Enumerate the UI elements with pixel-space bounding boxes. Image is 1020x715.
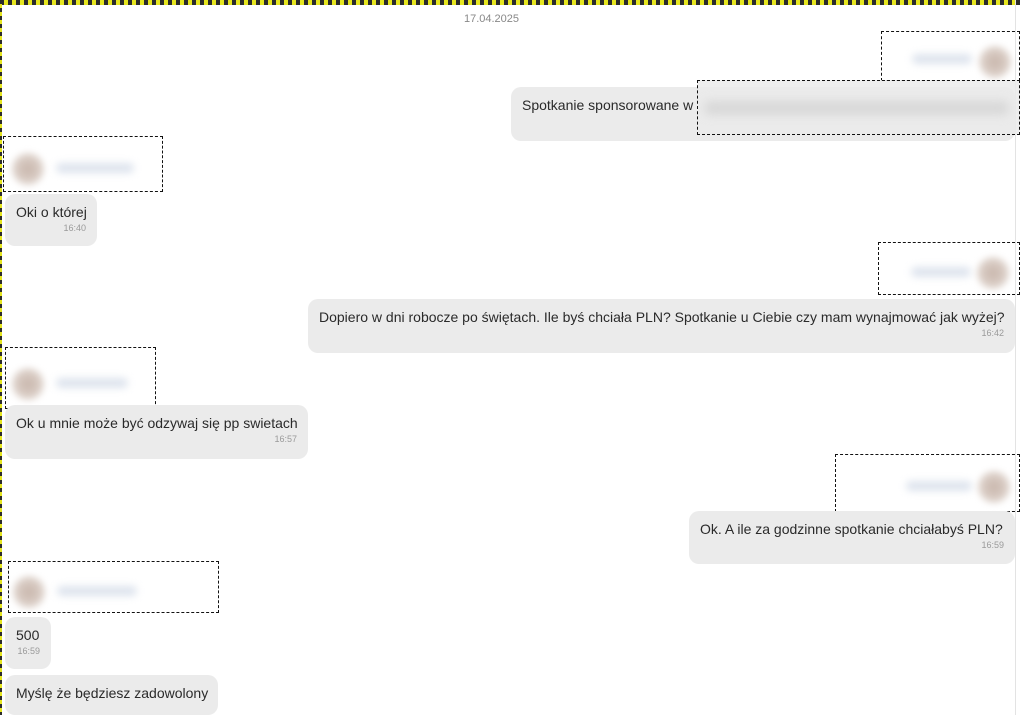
redacted-sender-header [881, 31, 1020, 81]
message-text: Dopiero w dni robocze po świętach. Ile b… [319, 309, 1005, 325]
message-text: Ok u mnie może być odzywaj się pp swieta… [16, 415, 298, 431]
message-bubble-incoming[interactable]: Oki o której 16:40 [5, 194, 97, 246]
redacted-sender-header [835, 454, 1020, 512]
selection-border-left [0, 0, 2, 715]
redacted-sender-name [912, 54, 972, 64]
message-text: Myślę że będziesz zadowolony [16, 685, 209, 701]
redacted-sender-name [906, 481, 972, 491]
message-text: Oki o której [16, 204, 87, 220]
redacted-sender-header [3, 136, 163, 192]
message-text: Ok. A ile za godzinne spotkanie chciałab… [700, 521, 1003, 537]
selection-border-top [0, 0, 1020, 5]
redacted-sender-name [56, 378, 128, 388]
redacted-sender-header [8, 561, 219, 613]
message-time: 16:59 [17, 646, 40, 656]
avatar [11, 574, 47, 610]
avatar [976, 469, 1012, 505]
date-separator: 17.04.2025 [463, 13, 520, 25]
redacted-sender-header [5, 347, 156, 409]
message-bubble-incoming[interactable]: Myślę że będziesz zadowolony [5, 675, 218, 715]
avatar [975, 255, 1011, 291]
redacted-sender-name [57, 586, 137, 596]
message-time: 16:42 [981, 328, 1004, 338]
redacted-sender-name [911, 267, 971, 277]
redacted-sender-header [878, 242, 1020, 295]
redacted-message-region [697, 80, 1020, 135]
message-time: 16:59 [981, 540, 1004, 550]
avatar [977, 44, 1013, 80]
message-bubble-outgoing[interactable]: Ok. A ile za godzinne spotkanie chciałab… [689, 511, 1015, 564]
message-bubble-outgoing[interactable]: Dopiero w dni robocze po świętach. Ile b… [308, 299, 1015, 353]
redacted-message-text [704, 101, 1009, 115]
message-time: 16:40 [63, 223, 86, 233]
avatar [10, 151, 46, 187]
message-bubble-incoming[interactable]: 500 16:59 [5, 617, 51, 669]
redacted-sender-name [56, 163, 134, 173]
message-text: 500 [16, 627, 40, 643]
message-time: 16:57 [274, 434, 297, 444]
avatar [10, 366, 46, 402]
message-bubble-incoming[interactable]: Ok u mnie może być odzywaj się pp swieta… [5, 405, 308, 459]
